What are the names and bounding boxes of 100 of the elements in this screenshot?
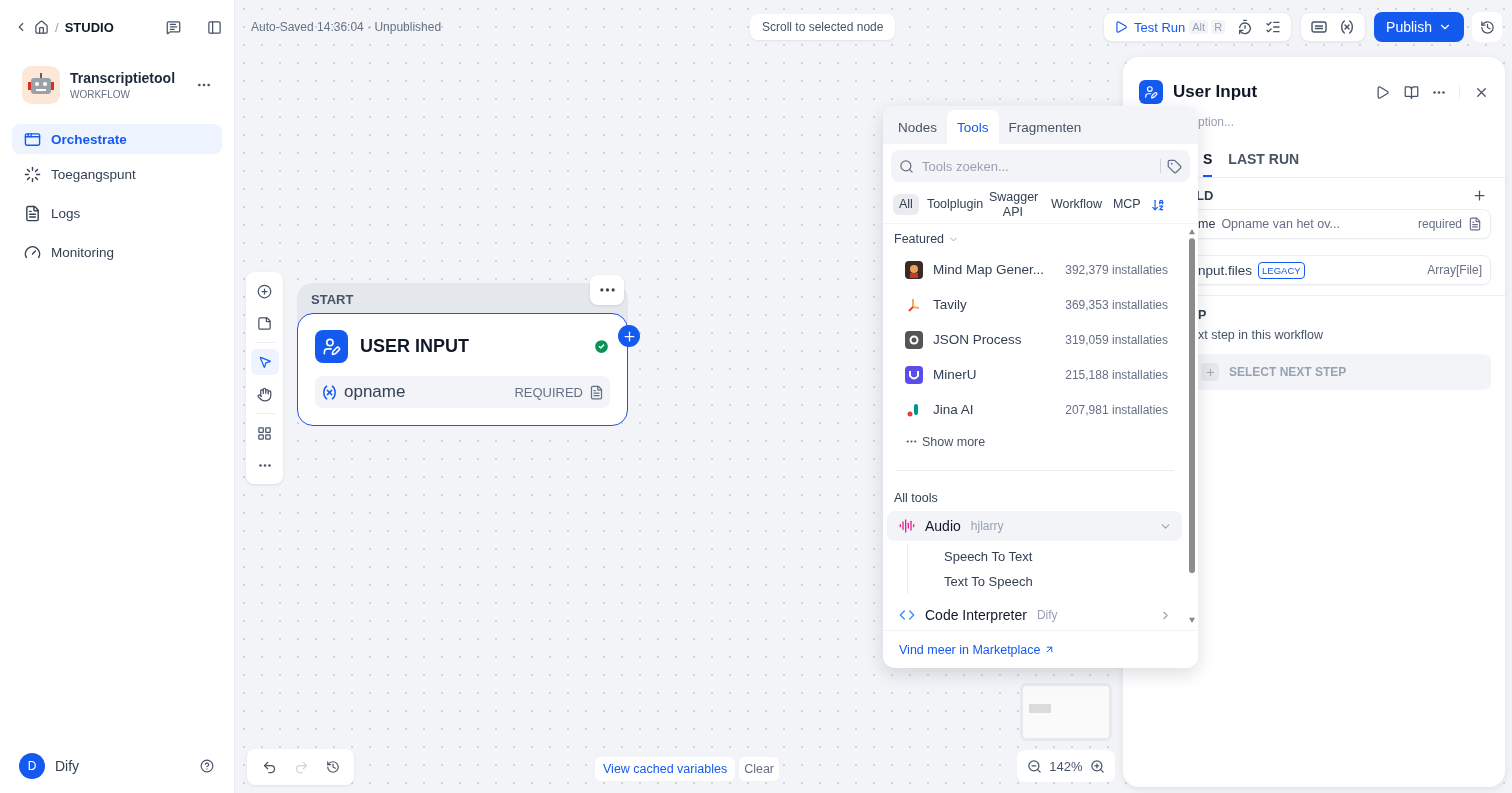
tool-row[interactable]: Jina AI 207,981 installaties	[887, 392, 1182, 427]
clear-button[interactable]: Clear	[739, 757, 780, 781]
required-label: REQUIRED	[514, 384, 583, 400]
sidebar-toggle-button[interactable]	[207, 19, 222, 35]
install-count: 207,981 installaties	[1065, 402, 1168, 417]
show-more-button[interactable]: Show more	[887, 427, 1182, 457]
plus-icon	[1472, 188, 1487, 203]
zoom-out-icon	[1026, 758, 1042, 774]
tool-name: Mind Map Gener...	[933, 262, 1046, 277]
variable-button[interactable]	[1339, 19, 1356, 35]
history-button[interactable]	[1472, 12, 1502, 42]
shortcut-key: Alt	[1189, 20, 1209, 34]
zoom-out-button[interactable]	[1026, 758, 1042, 774]
provider-author: Dify	[1036, 608, 1059, 622]
field-name: nput.files	[1198, 262, 1253, 278]
help-icon	[200, 759, 214, 773]
nav-item[interactable]: Orchestrate	[12, 124, 222, 154]
add-field-button[interactable]	[1472, 188, 1487, 203]
sort-icon	[1150, 197, 1165, 212]
minimap-node	[1029, 704, 1051, 713]
ring-icon	[905, 330, 923, 349]
tool-row[interactable]: Tavily 369,353 installaties	[887, 287, 1182, 322]
user-avatar[interactable]: D	[19, 753, 45, 779]
tool-row[interactable]: JSON Process 319,059 installaties	[887, 322, 1182, 357]
field-description: Opname van het ov...	[1221, 217, 1341, 231]
add-button[interactable]	[618, 325, 640, 347]
nav-item[interactable]: Toegangspunt	[12, 159, 222, 189]
scroll-hint-button[interactable]: Scroll to selected node	[750, 14, 896, 40]
provider-author: hjlarry	[970, 519, 1005, 533]
publish-button[interactable]: Publish	[1374, 12, 1464, 42]
window-icon	[24, 130, 41, 148]
grid-icon	[257, 425, 272, 441]
marketplace-link[interactable]: Vind meer in Marketplace	[899, 642, 1055, 657]
zoom-level[interactable]: 142%	[1049, 758, 1083, 774]
tool-row[interactable]: Mind Map Gener... 392,379 installaties	[887, 252, 1182, 287]
node-more-button[interactable]	[590, 275, 624, 305]
user-edit-icon	[1139, 80, 1163, 104]
shortcut-key: R	[1211, 20, 1226, 34]
chat-search-button[interactable]	[166, 19, 181, 35]
breadcrumb-separator: /	[55, 19, 59, 35]
section-title: P	[1198, 308, 1208, 322]
note-icon	[257, 315, 272, 331]
view-cached-variables-button[interactable]: View cached variables	[595, 757, 736, 781]
checklist-button[interactable]	[1265, 19, 1282, 35]
character-icon	[905, 260, 923, 279]
install-count: 369,353 installaties	[1065, 297, 1168, 312]
breadcrumb-studio[interactable]: STUDIO	[64, 19, 114, 35]
tab[interactable]: Fragmenten	[998, 110, 1092, 144]
install-count: 392,379 installaties	[1065, 262, 1168, 277]
env-button[interactable]	[1311, 19, 1328, 35]
undo-button[interactable]	[261, 759, 277, 775]
nav-item[interactable]: Logs	[12, 198, 222, 228]
panel-tab[interactable]: S	[1203, 151, 1213, 177]
featured-label[interactable]: Featured	[887, 232, 1182, 246]
plus-circle-icon	[257, 283, 272, 299]
more-icon	[599, 288, 615, 292]
tool-item[interactable]: Text To Speech	[908, 569, 1033, 594]
zoom-in-button[interactable]	[1090, 758, 1106, 774]
timer-icon	[1237, 19, 1254, 35]
user-name: Dify	[55, 758, 80, 774]
run-button[interactable]	[1375, 84, 1390, 100]
help-button[interactable]	[200, 759, 214, 773]
user-edit-icon	[315, 330, 348, 363]
play-icon	[1113, 20, 1128, 34]
filter-tab[interactable]: MCP	[1106, 194, 1147, 215]
tool-name: JSON Process	[933, 332, 1023, 347]
audio-icon	[899, 518, 915, 534]
hand-icon	[257, 386, 272, 402]
test-run-button[interactable]: Test Run	[1113, 19, 1186, 35]
provider-name: Code Interpreter	[925, 607, 1027, 623]
install-count: 215,188 installaties	[1065, 367, 1168, 382]
home-button[interactable]	[34, 19, 49, 35]
tool-row[interactable]: MinerU 215,188 installaties	[887, 357, 1182, 392]
nav-item[interactable]: Monitoring	[12, 237, 222, 267]
tab[interactable]: Tools	[947, 110, 999, 144]
search-field[interactable]: Tools zoeken...	[891, 150, 1190, 182]
tag-icon[interactable]	[1167, 158, 1182, 174]
node-card[interactable]: USER INPUT opname REQUIRED	[297, 313, 628, 426]
filter-tab[interactable]: All	[893, 194, 919, 215]
code-icon	[899, 607, 915, 623]
variable-name: opname	[344, 382, 407, 402]
tool-item[interactable]: Speech To Text	[908, 544, 1033, 569]
all-tools-label: All tools	[893, 491, 939, 505]
search-input[interactable]: Tools zoeken...	[920, 157, 1154, 175]
filter-tab[interactable]: Swagger API	[982, 187, 1043, 222]
filter-tab[interactable]: Workflow	[1044, 194, 1105, 215]
provider-row[interactable]: Audio hjlarry	[887, 511, 1182, 541]
tab[interactable]: Nodes	[888, 110, 948, 144]
provider-row[interactable]: Code Interpreter Dify	[887, 600, 1182, 630]
section-description: xt step in this workflow	[1198, 328, 1325, 342]
timer-button[interactable]	[1237, 19, 1254, 35]
book-button[interactable]	[1404, 84, 1419, 100]
panel-tab[interactable]: LAST RUN	[1228, 151, 1300, 177]
node-title: USER INPUT	[360, 336, 470, 357]
tool-name: Jina AI	[933, 402, 975, 417]
pointer-button[interactable]	[250, 349, 279, 375]
history-button[interactable]	[325, 760, 340, 774]
filter-tab[interactable]: Toolplugin	[920, 194, 981, 215]
plus-icon	[621, 328, 637, 344]
more-button[interactable]	[1433, 90, 1445, 94]
